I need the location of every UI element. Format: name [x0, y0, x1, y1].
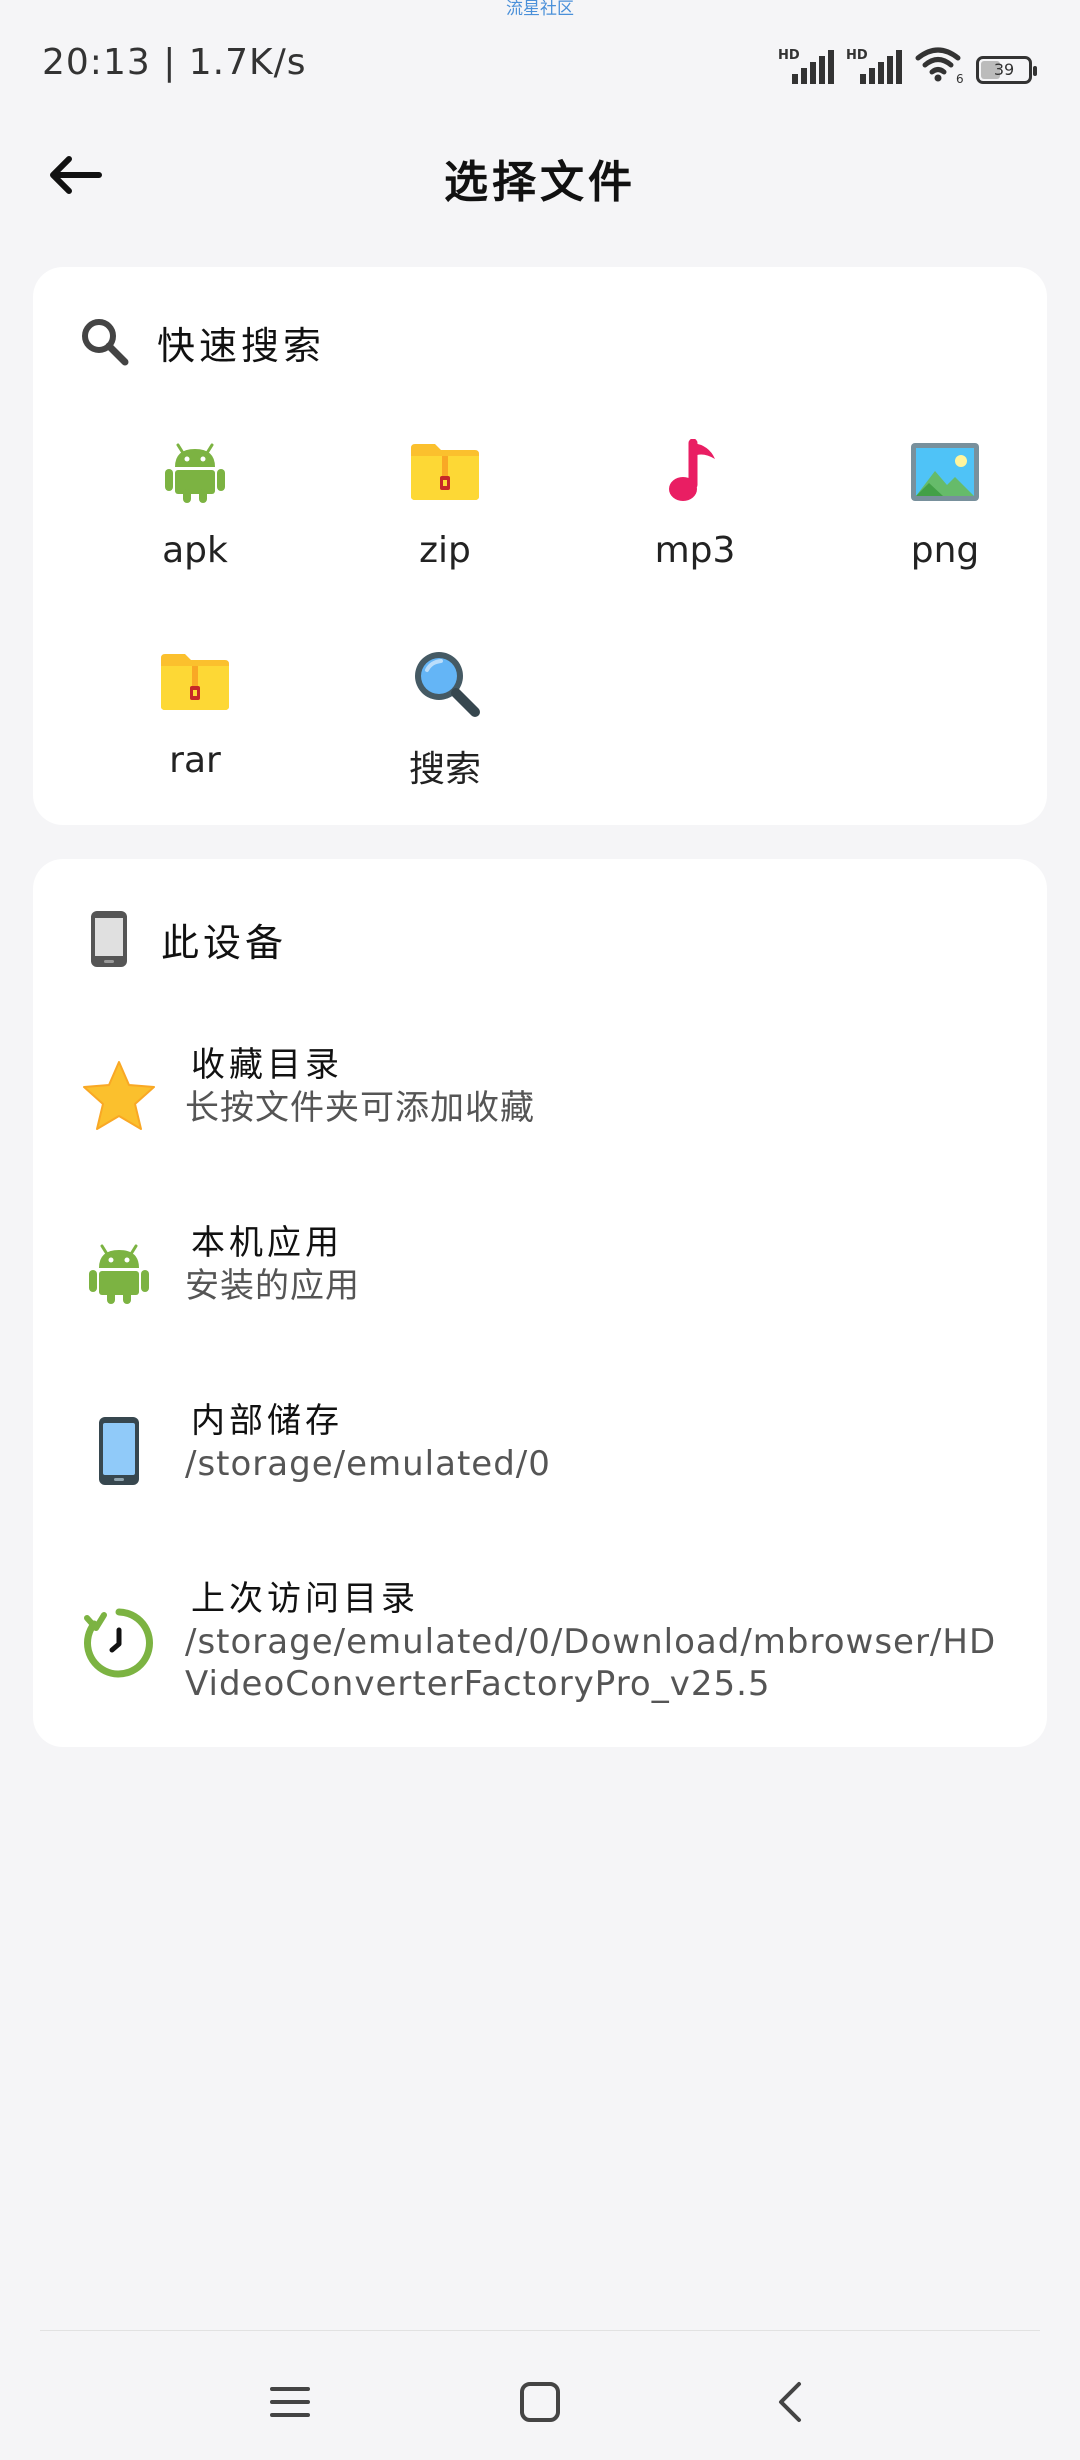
quick-search-header[interactable]: 快速搜索: [73, 307, 325, 377]
list-item-subtitle: /storage/emulated/0/Download/mbrowser/HD…: [185, 1622, 997, 1704]
music-note-icon: [669, 439, 715, 501]
rar-folder-icon: [161, 654, 229, 710]
search-icon: [82, 319, 129, 366]
filter-label: rar: [169, 740, 221, 781]
watermark: 流星社区: [506, 0, 574, 19]
filter-label: zip: [419, 530, 471, 571]
phone-icon: [91, 911, 127, 967]
menu-icon: [270, 2387, 310, 2417]
signal-icon: HD: [778, 48, 836, 84]
star-icon: [83, 1061, 155, 1130]
filter-mp3[interactable]: mp3: [570, 432, 820, 592]
magnifier-icon: [415, 652, 480, 717]
navigation-bar: [0, 2345, 1080, 2460]
status-time: 20:13 | 1.7K/s: [42, 42, 307, 83]
status-bar: 20:13 | 1.7K/s HD HD 6 39: [0, 36, 1080, 96]
header: 选择文件: [0, 130, 1080, 220]
list-item-last-visited[interactable]: 上次访问目录 /storage/emulated/0/Download/mbro…: [33, 1553, 1047, 1743]
nav-divider: [40, 2330, 1040, 2331]
nav-home-button[interactable]: [500, 2367, 580, 2437]
list-item-subtitle: 安装的应用: [185, 1266, 360, 1306]
list-item-internal-storage[interactable]: 内部储存 /storage/emulated/0: [33, 1375, 1047, 1525]
page-title: 选择文件: [444, 157, 636, 208]
filter-zip[interactable]: zip: [320, 432, 570, 592]
chevron-left-icon: [779, 2382, 801, 2422]
quick-search-label: 快速搜索: [157, 323, 326, 368]
list-item-title: 上次访问目录: [191, 1579, 419, 1619]
list-item-apps[interactable]: 本机应用 安装的应用: [33, 1197, 1047, 1347]
android-icon: [89, 1244, 149, 1304]
filter-label: 搜索: [408, 749, 481, 790]
filter-label: mp3: [654, 530, 736, 571]
svg-text:6: 6: [956, 72, 964, 84]
quick-search-card: 快速搜索 apk zip mp3 png rar 搜索: [33, 267, 1047, 825]
history-icon: [84, 1608, 153, 1678]
status-icons: HD HD 6 39: [778, 44, 1037, 84]
list-item-subtitle: 长按文件夹可添加收藏: [185, 1088, 535, 1128]
signal-icon: HD: [846, 48, 904, 84]
device-header: 此设备: [79, 899, 287, 979]
nav-back-button[interactable]: [750, 2367, 830, 2437]
list-item-title: 收藏目录: [191, 1045, 343, 1085]
android-icon: [165, 443, 225, 503]
filter-search[interactable]: 搜索: [320, 642, 570, 802]
filter-label: png: [910, 530, 980, 571]
filter-apk[interactable]: apk: [70, 432, 320, 592]
zip-folder-icon: [411, 444, 479, 500]
filter-label: apk: [162, 530, 228, 571]
filter-png[interactable]: png: [820, 432, 1070, 592]
list-item-title: 内部储存: [191, 1401, 343, 1441]
battery-icon: 39: [976, 56, 1037, 84]
nav-menu-button[interactable]: [250, 2367, 330, 2437]
device-label: 此设备: [161, 920, 288, 965]
list-item-title: 本机应用: [191, 1223, 343, 1263]
filter-rar[interactable]: rar: [70, 642, 320, 802]
list-item-subtitle: /storage/emulated/0: [185, 1444, 551, 1484]
wifi-icon: 6: [915, 47, 964, 84]
image-icon: [911, 443, 979, 501]
device-card: 此设备 收藏目录 长按文件夹可添加收藏 本机应用 安装的应用 内部储存 /sto…: [33, 859, 1047, 1747]
home-square-icon: [520, 2382, 560, 2422]
phone-icon: [99, 1417, 139, 1485]
list-item-favorites[interactable]: 收藏目录 长按文件夹可添加收藏: [33, 1019, 1047, 1169]
